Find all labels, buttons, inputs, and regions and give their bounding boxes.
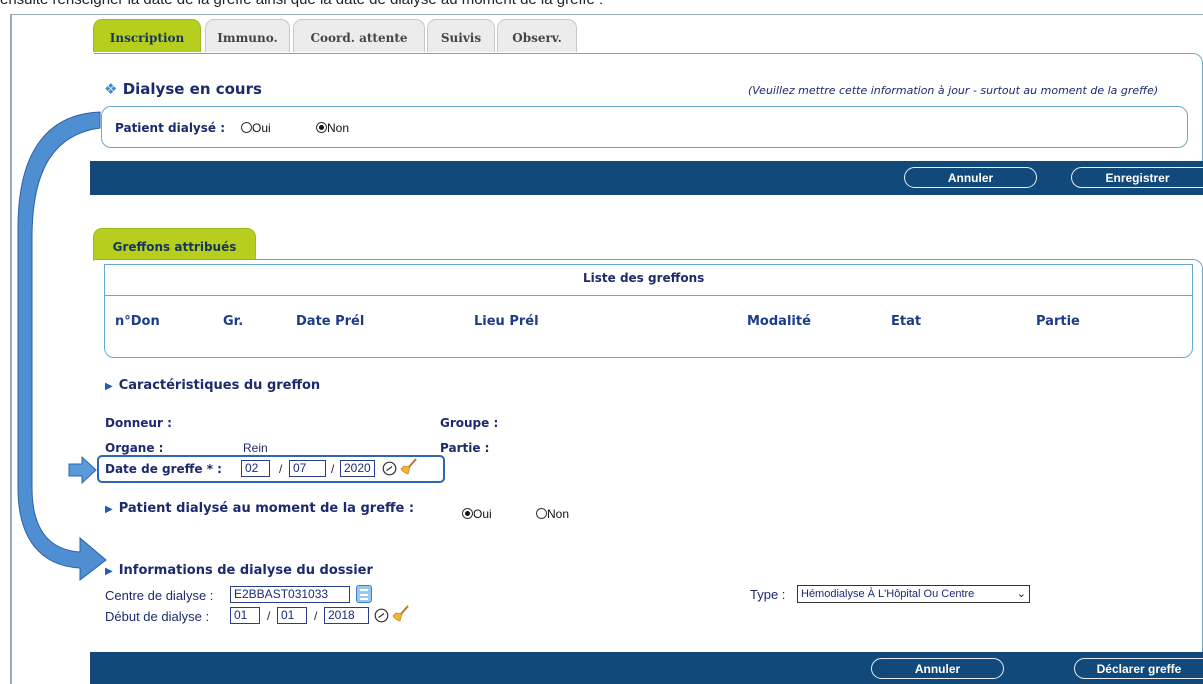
column-header-etat: Etat <box>891 314 922 329</box>
tab-coord-attente[interactable]: Coord. attente <box>293 19 425 52</box>
broom-clear-icon[interactable] <box>400 458 418 479</box>
curved-arrow-icon <box>10 108 110 586</box>
column-header-date-prel: Date Prél <box>296 314 365 329</box>
clock-icon[interactable] <box>382 461 397 479</box>
declarer-greffe-button[interactable]: Déclarer greffe <box>1074 658 1203 679</box>
date-separator: / <box>279 462 283 476</box>
debut-dialyse-year-input[interactable]: 2018 <box>324 607 369 624</box>
radio-greffe-oui[interactable]: Oui <box>462 507 492 521</box>
radio-circle-icon <box>241 122 252 133</box>
organe-value: Rein <box>243 441 268 455</box>
centre-dialyse-label: Centre de dialyse : <box>105 588 214 603</box>
annuler-button-bottom[interactable]: Annuler <box>871 658 1004 679</box>
type-select-value: Hémodialyse À L'Hôpital Ou Centre <box>801 588 975 600</box>
date-separator: / <box>267 609 271 623</box>
donneur-label: Donneur : <box>105 416 172 430</box>
type-label: Type : <box>750 587 786 602</box>
clock-icon[interactable] <box>374 608 389 626</box>
organe-label: Organe : <box>105 441 164 455</box>
triangle-right-icon: ▶ <box>105 504 113 515</box>
type-select[interactable]: Hémodialyse À L'Hôpital Ou Centre ⌄ <box>797 585 1030 603</box>
liste-divider <box>105 295 1192 296</box>
radio-dialyse-oui[interactable]: Oui <box>241 121 271 135</box>
date-greffe-year-input[interactable]: 2020 <box>340 460 375 477</box>
bottom-action-bar <box>90 652 1203 684</box>
centre-dialyse-input[interactable]: E2BBAST031033 <box>230 586 350 603</box>
dialyse-section-title: ❖ Dialyse en cours <box>104 80 262 98</box>
triangle-right-icon: ▶ <box>105 566 113 577</box>
instruction-caption: ensuite renseigner la date de la greffe … <box>0 0 603 8</box>
radio-circle-checked-icon <box>462 508 473 519</box>
chevron-down-icon: ⌄ <box>1016 588 1026 600</box>
dialyse-greffe-heading: ▶ Patient dialysé au moment de la greffe … <box>105 501 415 516</box>
debut-dialyse-month-input[interactable]: 01 <box>277 607 307 624</box>
column-header-lieu-prel: Lieu Prél <box>474 314 539 329</box>
tab-observ[interactable]: Observ. <box>497 19 577 52</box>
date-separator: / <box>314 609 318 623</box>
column-header-modalite: Modalité <box>747 314 811 329</box>
tab-inscription[interactable]: Inscription <box>93 19 201 52</box>
radio-dialyse-non[interactable]: Non <box>316 121 349 135</box>
enregistrer-button[interactable]: Enregistrer <box>1071 167 1203 188</box>
frame-top-border <box>10 14 1203 15</box>
debut-dialyse-day-input[interactable]: 01 <box>230 607 260 624</box>
dialyse-note: (Veuillez mettre cette information à jou… <box>748 84 1159 97</box>
liste-greffons-title: Liste des greffons <box>583 271 705 285</box>
tab-suivis[interactable]: Suivis <box>427 19 495 52</box>
tab-greffons-attribues[interactable]: Greffons attribués <box>93 228 256 261</box>
radio-greffe-non[interactable]: Non <box>536 507 569 521</box>
tab-immuno[interactable]: Immuno. <box>205 19 290 52</box>
list-lookup-icon[interactable] <box>356 585 372 603</box>
date-greffe-month-input[interactable]: 07 <box>289 460 326 477</box>
diamond-icon: ❖ <box>104 80 118 98</box>
column-header-gr: Gr. <box>223 314 244 329</box>
column-header-partie: Partie <box>1036 314 1080 329</box>
date-separator: / <box>331 462 335 476</box>
groupe-label: Groupe : <box>440 416 499 430</box>
radio-circle-icon <box>536 508 547 519</box>
partie-label: Partie : <box>440 441 490 455</box>
annuler-button-top[interactable]: Annuler <box>904 167 1037 188</box>
patient-dialyse-label: Patient dialysé : <box>115 121 226 135</box>
date-greffe-day-input[interactable]: 02 <box>241 460 270 477</box>
column-header-ndon: n°Don <box>115 314 160 329</box>
radio-circle-checked-icon <box>316 122 327 133</box>
debut-dialyse-label: Début de dialyse : <box>105 609 210 624</box>
infos-dialyse-heading: ▶ Informations de dialyse du dossier <box>105 563 373 578</box>
caracteristiques-heading: ▶ Caractéristiques du greffon <box>105 378 321 393</box>
broom-clear-icon[interactable] <box>392 605 410 626</box>
date-greffe-label: Date de greffe * : <box>105 462 222 476</box>
